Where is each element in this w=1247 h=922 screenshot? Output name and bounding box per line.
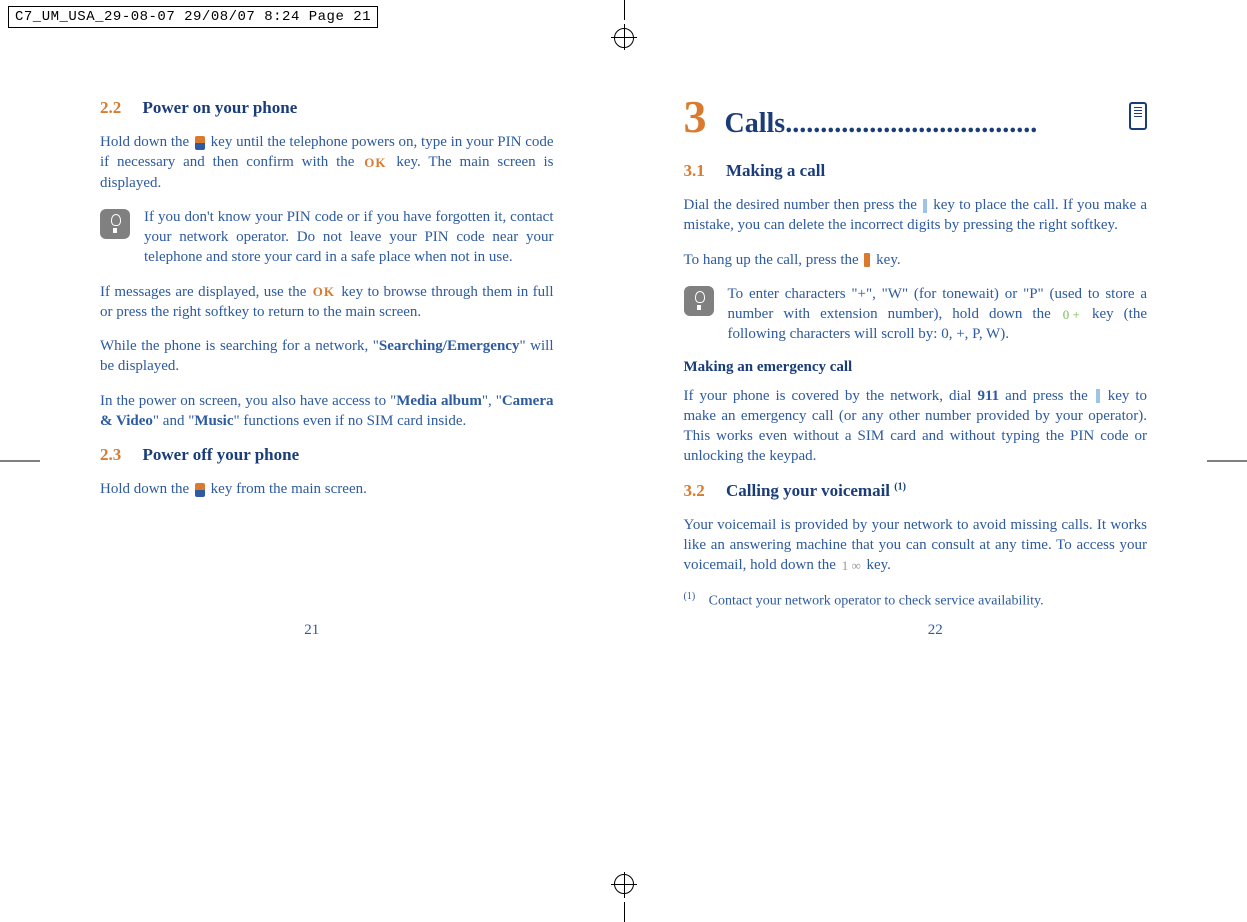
section-number: 3.1 — [684, 161, 705, 180]
heading-3-1: 3.1 Making a call — [684, 161, 1148, 181]
para-hangup: To hang up the call, press the key. — [684, 250, 1148, 270]
section-number: 3.2 — [684, 481, 705, 500]
para-emergency: If your phone is covered by the network,… — [684, 386, 1148, 467]
chapter-heading: 3 Calls.................................… — [684, 90, 1148, 143]
crop-mark-bottom — [609, 872, 639, 922]
subheading-emergency: Making an emergency call — [684, 359, 1148, 376]
tip-tonewait: To enter characters "+", "W" (for tonewa… — [684, 284, 1148, 345]
para-power-off: Hold down the key from the main screen. — [100, 479, 554, 499]
one-key-icon: 1 ∞ — [842, 557, 861, 575]
section-title: Making a call — [726, 161, 825, 180]
page-spread: 2.2 Power on your phone Hold down the ke… — [0, 80, 1247, 629]
section-title: Calling your voicemail (1) — [726, 481, 906, 500]
tip-text: To enter characters "+", "W" (for tonewa… — [728, 284, 1148, 345]
page-left: 2.2 Power on your phone Hold down the ke… — [0, 80, 624, 629]
chapter-number: 3 — [684, 90, 707, 143]
tip-text: If you don't know your PIN code or if yo… — [144, 207, 554, 268]
heading-3-2: 3.2 Calling your voicemail (1) — [684, 481, 1148, 501]
para-messages: If messages are displayed, use the OK ke… — [100, 282, 554, 323]
para-dial: Dial the desired number then press the k… — [684, 195, 1148, 236]
lightbulb-icon — [684, 286, 714, 316]
section-title: Power off your phone — [143, 445, 300, 464]
chapter-title: Calls...................................… — [725, 108, 1148, 140]
lightbulb-icon — [100, 209, 130, 239]
heading-2-2: 2.2 Power on your phone — [100, 98, 554, 118]
power-key-icon — [195, 136, 205, 150]
footnote: (1) Contact your network operator to che… — [684, 591, 1148, 610]
phone-icon — [1129, 102, 1147, 130]
para-no-sim: In the power on screen, you also have ac… — [100, 391, 554, 432]
print-slug: C7_UM_USA_29-08-07 29/08/07 8:24 Page 21 — [8, 6, 378, 28]
footnote-text: Contact your network operator to check s… — [709, 593, 1044, 608]
para-power-on: Hold down the key until the telephone po… — [100, 132, 554, 193]
page-number-right: 22 — [928, 622, 943, 639]
section-number: 2.2 — [100, 98, 121, 117]
page-right: 3 Calls.................................… — [624, 80, 1247, 629]
heading-2-3: 2.3 Power off your phone — [100, 445, 554, 465]
end-key-icon — [864, 253, 870, 267]
ok-key-icon: OK — [364, 154, 386, 172]
section-number: 2.3 — [100, 445, 121, 464]
ok-key-icon: OK — [313, 283, 335, 301]
power-key-icon — [195, 483, 205, 497]
para-voicemail: Your voicemail is provided by your netwo… — [684, 515, 1148, 576]
section-title: Power on your phone — [143, 98, 298, 117]
crop-mark-top — [609, 0, 639, 50]
zero-key-icon: 0 + — [1063, 306, 1080, 324]
footnote-marker: (1) — [684, 591, 696, 602]
call-key-icon — [1096, 389, 1100, 403]
tip-pin-code: If you don't know your PIN code or if yo… — [100, 207, 554, 268]
page-number-left: 21 — [304, 622, 319, 639]
call-key-icon — [923, 199, 927, 213]
para-searching: While the phone is searching for a netwo… — [100, 336, 554, 377]
